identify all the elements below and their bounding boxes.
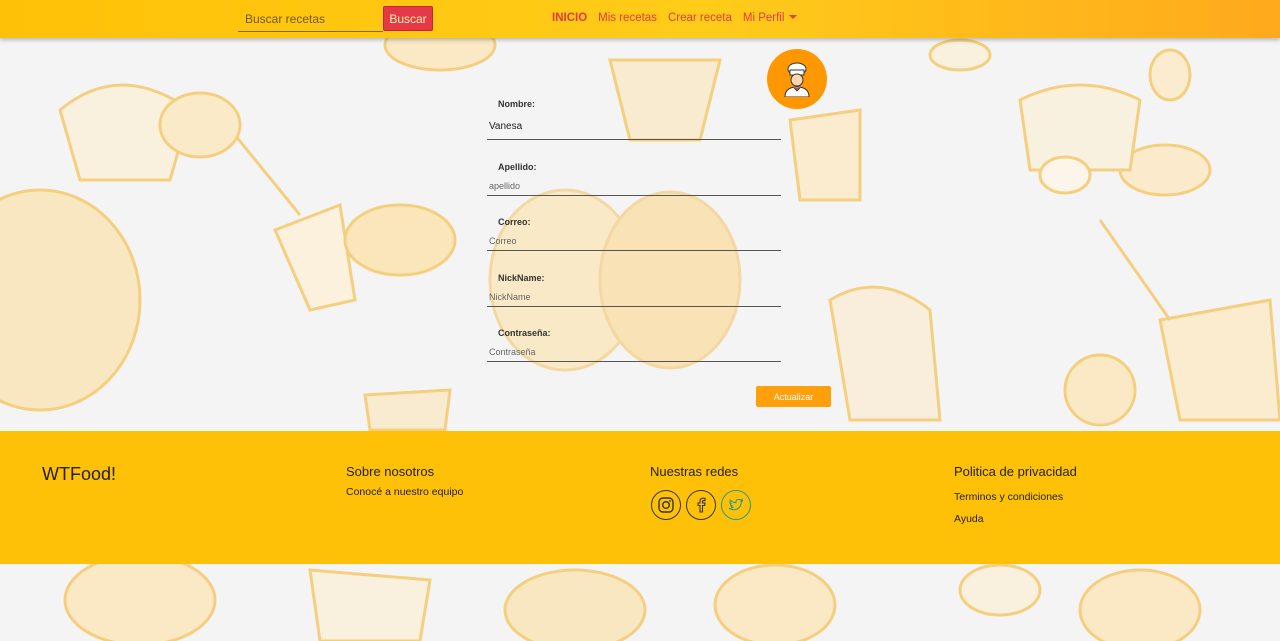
search-button[interactable]: Buscar xyxy=(383,6,433,31)
search-input[interactable] xyxy=(238,6,383,32)
footer-link-ayuda[interactable]: Ayuda xyxy=(954,513,984,525)
correo-field[interactable] xyxy=(487,231,781,251)
chef-icon xyxy=(784,62,810,97)
twitter-icon[interactable] xyxy=(721,490,751,520)
avatar xyxy=(767,49,827,109)
field-label-contrasena: Contraseña: xyxy=(498,328,551,338)
field-label-apellido: Apellido: xyxy=(498,162,537,172)
nav-link-crear-receta[interactable]: Crear receta xyxy=(668,12,732,24)
footer: WTFood! Sobre nosotros Conocé a nuestro … xyxy=(0,431,1280,564)
footer-social-title: Nuestras redes xyxy=(650,464,739,479)
footer-link-equipo[interactable]: Conocé a nuestro equipo xyxy=(346,486,463,498)
field-label-nickname: NickName: xyxy=(498,273,545,283)
nav-link-inicio[interactable]: INICIO xyxy=(552,12,587,24)
nickname-field[interactable] xyxy=(487,287,781,307)
nav-links: INICIO Mis recetas Crear receta Mi Perfi… xyxy=(552,12,808,24)
contrasena-field[interactable] xyxy=(487,342,781,362)
footer-about-title: Sobre nosotros xyxy=(346,464,435,479)
update-button[interactable]: Actualizar xyxy=(756,386,831,407)
instagram-icon[interactable] xyxy=(651,490,681,520)
footer-link-terminos[interactable]: Terminos y condiciones xyxy=(954,491,1063,503)
top-navbar: Buscar INICIO Mis recetas Crear receta M… xyxy=(0,0,1280,38)
apellido-field[interactable] xyxy=(487,176,781,196)
footer-privacy-title: Politica de privacidad xyxy=(954,464,1077,479)
caret-down-icon xyxy=(789,15,798,19)
field-label-nombre: Nombre: xyxy=(498,99,536,109)
nombre-field[interactable] xyxy=(487,114,781,140)
nav-link-mis-recetas[interactable]: Mis recetas xyxy=(598,12,657,24)
nav-dropdown-mi-perfil[interactable]: Mi Perfil xyxy=(743,12,798,24)
facebook-icon[interactable] xyxy=(686,490,716,520)
nav-dropdown-label: Mi Perfil xyxy=(742,12,785,24)
footer-brand: WTFood! xyxy=(42,464,117,484)
field-label-correo: Correo: xyxy=(498,217,531,227)
